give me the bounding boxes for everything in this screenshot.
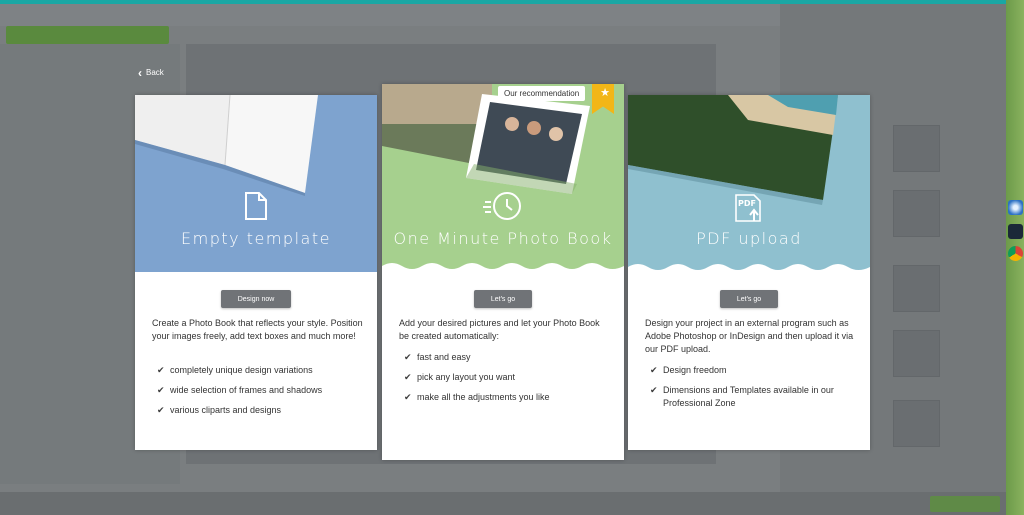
list-item: ✔ various cliparts and designs [157,404,322,417]
feature-text: wide selection of frames and shadows [170,385,323,395]
app-bottom-bar [0,492,1006,515]
check-icon: ✔ [650,365,658,375]
card-title: Empty template [181,229,331,248]
list-item: ✔ Dimensions and Templates available in o… [650,384,850,410]
feature-text: Design freedom [663,365,727,375]
steam-icon[interactable] [1008,224,1023,239]
check-icon: ✔ [650,385,658,395]
feature-text: Dimensions and Templates available in ou… [663,385,834,408]
star-icon: ★ [600,87,610,99]
card-title: One Minute Photo Book [393,229,613,248]
chrome-icon[interactable] [1008,246,1023,261]
svg-text:PDF: PDF [738,199,756,208]
card-title: PDF upload [696,229,802,248]
design-now-button[interactable]: Design now [221,290,291,308]
app-bottom-green-button [930,496,1000,512]
card-one-minute-photo-book[interactable]: Our recommendation ★ One Minute Photo Bo… [382,84,624,460]
app-thumbnail [893,400,940,447]
list-item: ✔ wide selection of frames and shadows [157,384,322,397]
check-icon: ✔ [404,392,412,402]
clock-icon [483,192,521,220]
feature-text: make all the adjustments you like [417,392,550,402]
feature-text: pick any layout you want [417,372,516,382]
lets-go-button[interactable]: Let's go [720,290,778,308]
card-description: Design your project in an external progr… [645,318,854,354]
document-icon [245,192,267,220]
chevron-left-icon: ‹ [138,65,142,80]
back-label: Back [146,68,164,77]
feature-list: ✔ completely unique design variations ✔ wi… [157,364,322,424]
card-description: Add your desired pictures and let your P… [399,318,600,341]
check-icon: ✔ [404,372,412,382]
feature-text: fast and easy [417,352,471,362]
list-item: ✔ Design freedom [650,364,850,377]
card-pdf-upload[interactable]: PDF PDF upload Let's go Design your proj… [628,95,870,450]
app-thumbnail [893,330,940,377]
card-description: Create a Photo Book that reflects your s… [152,318,363,341]
list-item: ✔ pick any layout you want [404,371,550,384]
pdf-upload-icon: PDF [735,194,761,222]
lets-go-button[interactable]: Let's go [474,290,532,308]
check-icon: ✔ [404,352,412,362]
check-icon: ✔ [157,405,165,415]
list-item: ✔ make all the adjustments you like [404,391,550,404]
browser-icon[interactable] [1008,200,1023,215]
check-icon: ✔ [157,385,165,395]
check-icon: ✔ [157,365,165,375]
list-item: ✔ completely unique design variations [157,364,322,377]
list-item: ✔ fast and easy [404,351,550,364]
recommendation-label: Our recommendation [498,86,586,101]
feature-text: various cliparts and designs [170,405,282,415]
feature-list: ✔ Design freedom ✔ Dimensions and Template… [650,364,850,417]
app-thumbnail [893,265,940,312]
app-green-button [6,26,169,44]
back-link[interactable]: ‹ Back [138,65,164,80]
feature-list: ✔ fast and easy ✔ pick any layout you want… [404,351,550,411]
card-empty-template[interactable]: Empty template Design now Create a Photo… [135,95,377,450]
feature-text: completely unique design variations [170,365,313,375]
app-thumbnail [893,190,940,237]
app-thumbnail [893,125,940,172]
